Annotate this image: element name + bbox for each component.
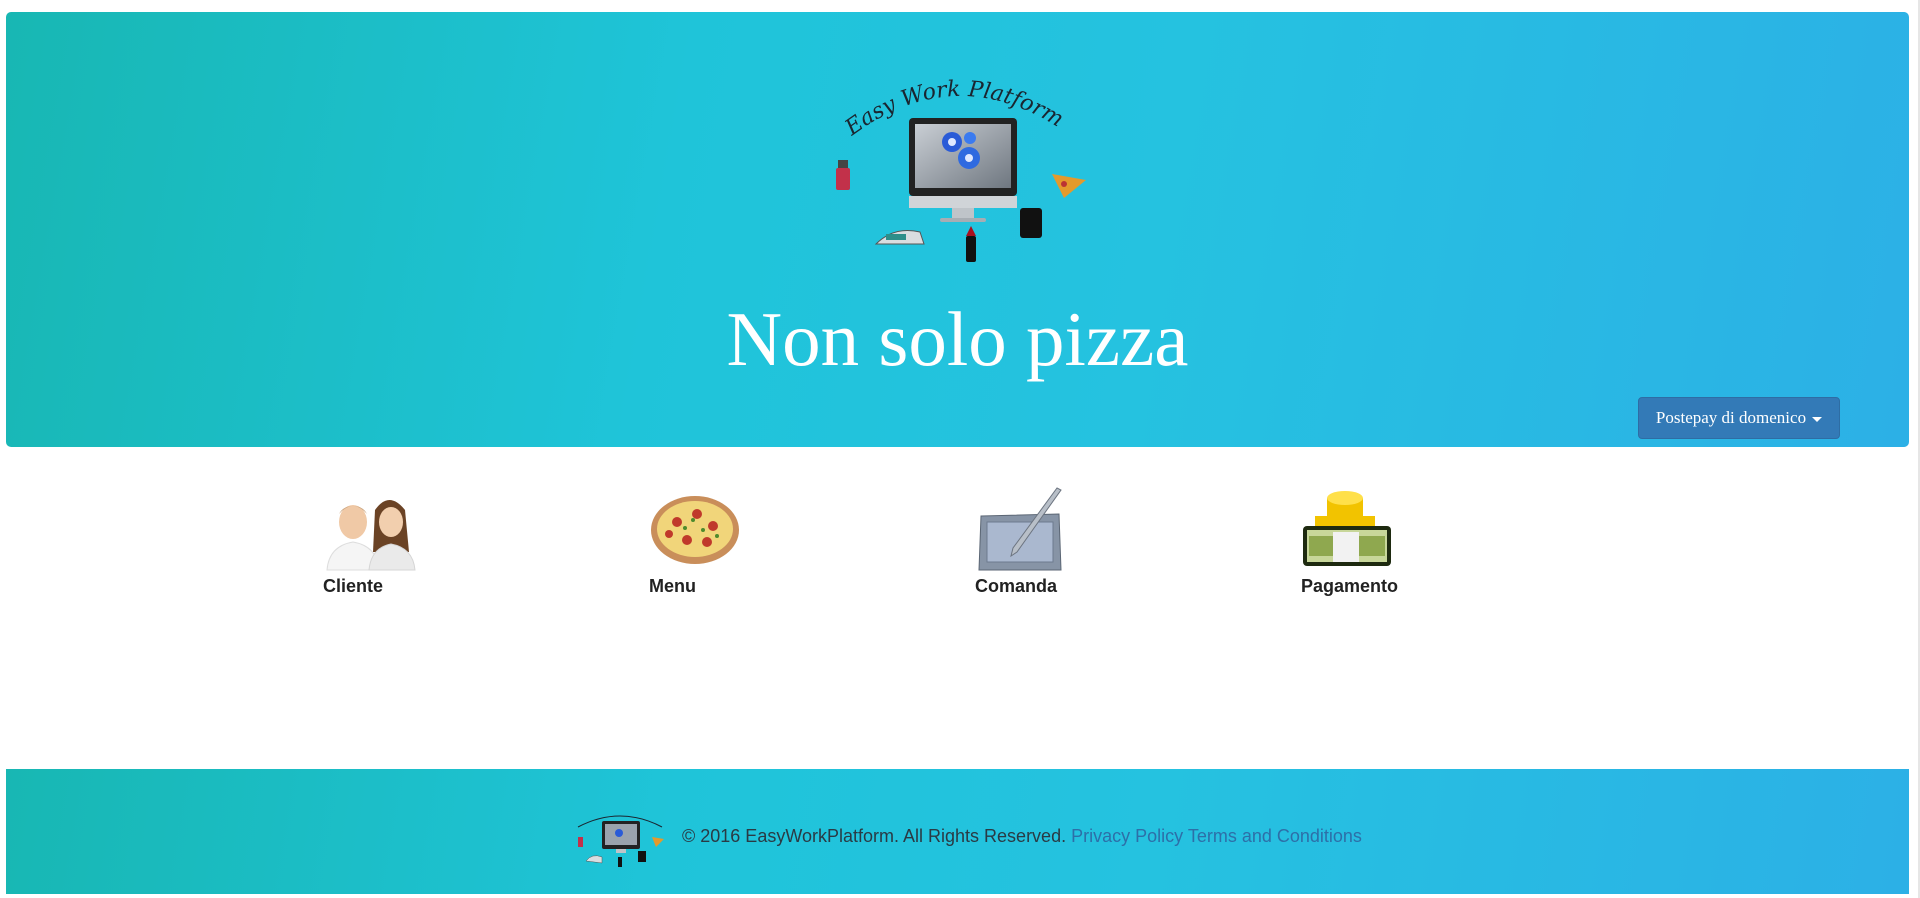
- money-icon: [1303, 491, 1391, 566]
- tile-label-pagamento: Pagamento: [1301, 576, 1399, 596]
- terms-and-conditions-link[interactable]: Terms and Conditions: [1188, 826, 1362, 846]
- footer: © 2016 EasyWorkPlatform. All Rights Rese…: [6, 769, 1909, 894]
- tile-label-cliente: Cliente: [323, 576, 384, 596]
- tile-label-menu: Menu: [649, 576, 696, 596]
- module-tiles: Cliente Menu Comanda Pagamento: [0, 486, 1920, 606]
- copyright-text: © 2016 EasyWorkPlatform. All Rights Rese…: [682, 826, 1067, 846]
- footer-logo: [572, 807, 668, 869]
- people-icon: [326, 500, 416, 571]
- tile-comanda[interactable]: Comanda: [975, 486, 1105, 601]
- tile-cliente[interactable]: Cliente: [323, 486, 453, 601]
- page-title: Non solo pizza: [726, 296, 1189, 382]
- tile-label-comanda: Comanda: [975, 576, 1058, 596]
- privacy-policy-link[interactable]: Privacy Policy: [1071, 826, 1183, 846]
- page: Easy Work Platform Non solo pizza Postep…: [0, 0, 1920, 898]
- caret-down-icon: [1812, 416, 1823, 422]
- hero-banner: Easy Work Platform Non solo pizza Postep…: [6, 12, 1909, 447]
- tablet-pen-icon: [978, 487, 1062, 571]
- account-dropdown-button[interactable]: Postepay di domenico: [1638, 397, 1840, 439]
- tile-pagamento[interactable]: Pagamento: [1301, 486, 1431, 601]
- easy-work-platform-logo: Easy Work Platform: [824, 76, 1094, 266]
- pizza-icon: [651, 496, 739, 564]
- tile-menu[interactable]: Menu: [649, 486, 779, 601]
- account-dropdown-label: Postepay di domenico: [1655, 408, 1807, 427]
- footer-text: © 2016 EasyWorkPlatform. All Rights Rese…: [682, 826, 1362, 847]
